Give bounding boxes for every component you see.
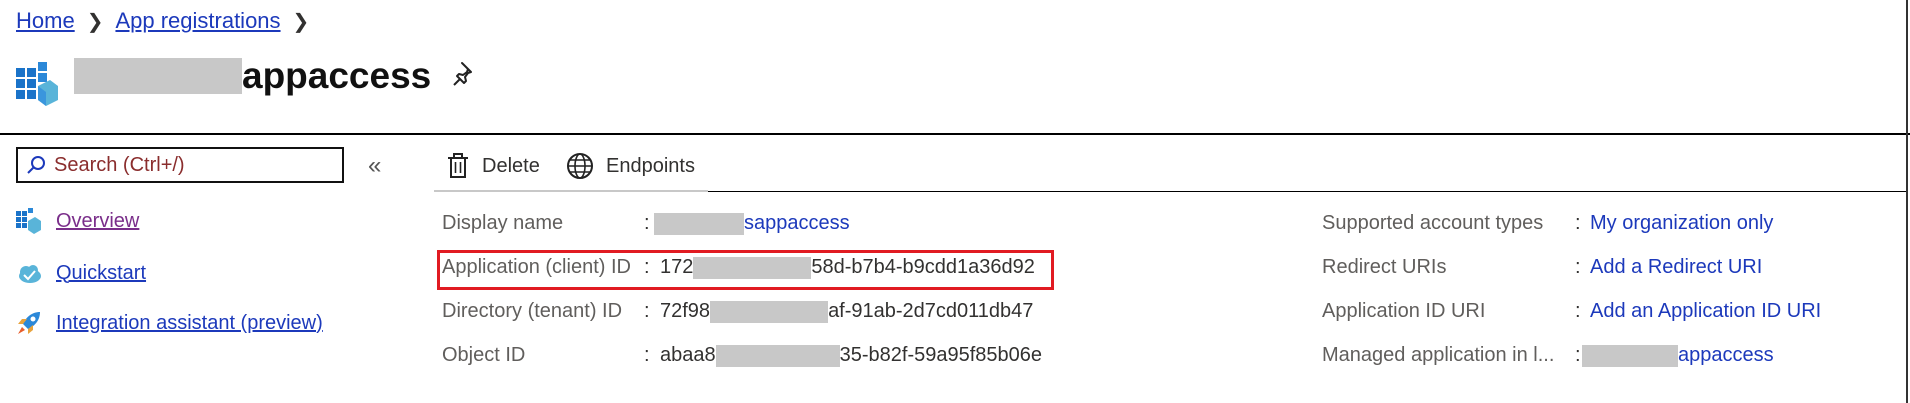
- sidebar-item-integration-assistant[interactable]: Integration assistant (preview): [16, 308, 323, 338]
- managed-application-label: Managed application in l...: [1322, 344, 1555, 366]
- sidebar-item-label: Overview: [56, 209, 140, 232]
- application-id-uri-value: Add an Application ID URI: [1590, 300, 1821, 323]
- redacted-block: [715, 344, 840, 367]
- redacted-block: [710, 300, 829, 323]
- search-icon: [27, 156, 45, 174]
- delete-label: Delete: [482, 154, 540, 177]
- breadcrumb-app-registrations-link[interactable]: App registrations: [115, 8, 280, 34]
- object-id-suffix: 35-b82f-59a95f85b06e: [839, 344, 1043, 366]
- redirect-uris-value: Add a Redirect URI: [1590, 256, 1762, 279]
- managed-application-value: appaccess: [1582, 344, 1774, 367]
- search-input[interactable]: Search (Ctrl+/): [16, 147, 344, 183]
- separator-colon: :: [644, 344, 650, 366]
- add-redirect-uri-link[interactable]: Add a Redirect URI: [1590, 256, 1762, 279]
- globe-icon: [567, 153, 593, 179]
- app-registration-icon: [16, 62, 58, 106]
- collapse-sidebar-button[interactable]: «: [368, 152, 381, 180]
- chevron-right-icon: ❯: [86, 10, 104, 33]
- cloud-quickstart-icon: [19, 265, 41, 283]
- blade-edge: [1906, 0, 1908, 403]
- display-name-link[interactable]: sappaccess: [744, 212, 850, 235]
- rocket-icon: [18, 312, 40, 334]
- sidebar-item-overview[interactable]: Overview: [16, 206, 139, 236]
- tenant-id-prefix: 72f98: [660, 300, 711, 322]
- object-id-prefix: abaa8: [660, 344, 716, 366]
- object-id-label: Object ID: [442, 344, 526, 366]
- redacted-block: [74, 58, 242, 94]
- tenant-id-value[interactable]: 72f98 af-91ab-2d7cd011db47: [660, 300, 1033, 323]
- breadcrumb: Home ❯ App registrations ❯: [16, 6, 321, 36]
- supported-account-types-link[interactable]: My organization only: [1590, 212, 1773, 235]
- redacted-block: [1582, 344, 1678, 367]
- redacted-block: [654, 212, 744, 235]
- pin-icon[interactable]: [452, 60, 480, 88]
- breadcrumb-home-link[interactable]: Home: [16, 8, 75, 34]
- separator-colon: :: [1575, 256, 1581, 278]
- tenant-id-suffix: af-91ab-2d7cd011db47: [828, 300, 1034, 322]
- supported-account-types-value: My organization only: [1590, 212, 1773, 235]
- trash-icon: [448, 153, 468, 178]
- display-name-value: sappaccess: [654, 212, 850, 235]
- separator-colon: :: [1575, 212, 1581, 234]
- display-name-label: Display name: [442, 212, 564, 234]
- separator-colon: :: [644, 212, 650, 234]
- separator-colon: :: [644, 300, 650, 322]
- sidebar-item-quickstart[interactable]: Quickstart: [16, 258, 146, 288]
- search-placeholder: Search (Ctrl+/): [54, 153, 185, 176]
- tenant-id-label: Directory (tenant) ID: [442, 300, 623, 322]
- managed-application-link[interactable]: appaccess: [1678, 344, 1774, 367]
- endpoints-button[interactable]: Endpoints: [566, 146, 695, 186]
- page-title: appaccess: [74, 50, 431, 102]
- chevron-right-icon: ❯: [292, 10, 310, 33]
- redirect-uris-label: Redirect URIs: [1322, 256, 1447, 278]
- page-title-text: appaccess: [242, 55, 432, 96]
- separator-colon: :: [1575, 300, 1581, 322]
- separator-colon: :: [1575, 344, 1581, 366]
- delete-button[interactable]: Delete: [446, 146, 540, 186]
- application-id-uri-label: Application ID URI: [1322, 300, 1486, 322]
- endpoints-label: Endpoints: [606, 154, 695, 177]
- client-id-highlight-box: [437, 250, 1054, 290]
- supported-account-types-label: Supported account types: [1322, 212, 1544, 234]
- header-divider: [0, 133, 1910, 135]
- sidebar-item-label: Quickstart: [56, 261, 147, 284]
- sidebar-item-label: Integration assistant (preview): [56, 311, 323, 334]
- add-application-id-uri-link[interactable]: Add an Application ID URI: [1590, 300, 1821, 323]
- command-bar-underline: [434, 190, 708, 192]
- overview-grid-icon: [16, 208, 41, 234]
- object-id-value[interactable]: abaa8 35-b82f-59a95f85b06e: [660, 344, 1042, 367]
